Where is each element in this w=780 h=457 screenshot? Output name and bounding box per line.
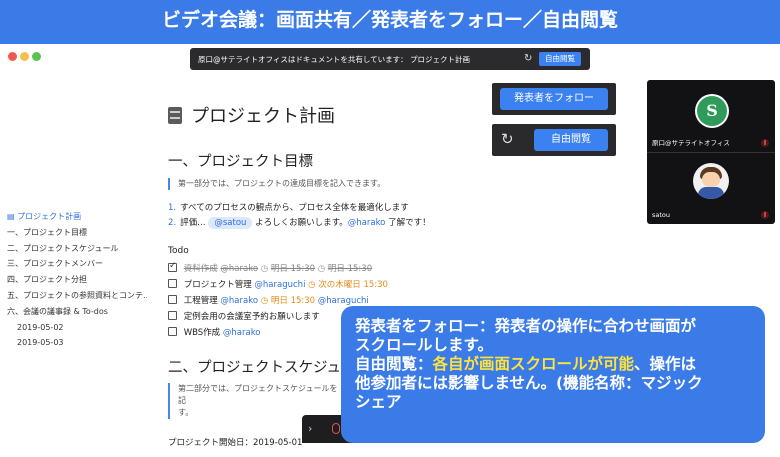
- free-browse-toggle-button[interactable]: 自由閲覧: [539, 52, 581, 66]
- follow-presenter-button[interactable]: 発表者をフォロー: [500, 88, 608, 110]
- clock-icon: ◷: [308, 280, 316, 290]
- file-cabinet-icon: [168, 106, 182, 124]
- explanation-callout: 発表者をフォロー：発表者の操作に合わせ画面が スクロールします。 自由閲覧：各自…: [341, 306, 765, 443]
- table-of-contents: ▤ プロジェクト計画 一、プロジェクト目標 二、プロジェクトスケジュール 三、プ…: [7, 209, 147, 351]
- mic-muted-icon: [761, 139, 769, 147]
- toc-item-project-plan[interactable]: ▤ プロジェクト計画: [7, 209, 147, 225]
- document-title: プロジェクト計画: [191, 106, 335, 127]
- section-heading-schedule: 二、プロジェクトスケジュール: [168, 360, 370, 376]
- mention-link[interactable]: @harako: [220, 296, 258, 306]
- maximize-window-dot[interactable]: [32, 52, 41, 61]
- toc-subitem[interactable]: 2019-05-03: [7, 335, 147, 351]
- checkbox-checked[interactable]: [168, 261, 177, 272]
- banner-title: ビデオ会議：画面共有／発表者をフォロー／自由閲覧: [0, 0, 780, 44]
- share-status-text: 原口@サテライトオフィスはドキュメントを共有しています： プロジェクト計画: [198, 54, 471, 64]
- mention-link[interactable]: @haraguchi: [318, 296, 369, 306]
- cabinet-icon: ▤: [7, 212, 18, 221]
- checkbox[interactable]: [168, 279, 177, 288]
- mic-off-icon[interactable]: [332, 423, 340, 434]
- free-browse-button[interactable]: 自由閲覧: [534, 129, 608, 151]
- checkbox[interactable]: [168, 295, 177, 304]
- toc-item[interactable]: 六、会議の議事録 & To-dos: [7, 304, 147, 320]
- toc-item[interactable]: 一、プロジェクト目標: [7, 225, 147, 241]
- toc-item[interactable]: 五、プロジェクトの参照資料とコンテ…: [7, 288, 147, 304]
- refresh-icon[interactable]: ↻: [501, 128, 514, 150]
- video-tile[interactable]: S 原口@サテライトオフィス: [647, 80, 775, 152]
- clock-icon: ◷: [260, 264, 269, 274]
- chevron-right-icon[interactable]: ›: [308, 422, 312, 435]
- participant-name: 原口@サテライトオフィス: [652, 139, 730, 147]
- participant-name: satou: [652, 211, 671, 219]
- mention-link[interactable]: @harako: [223, 328, 261, 338]
- project-start-date: プロジェクト開始日：2019-05-01: [168, 438, 303, 448]
- toc-item[interactable]: 二、プロジェクトスケジュール: [7, 241, 147, 257]
- mention-tag[interactable]: @satou: [208, 217, 253, 229]
- todo-heading: Todo: [168, 246, 189, 256]
- todo-item: 工程管理 @harako ◷ 明日 15:30 @haraguchi: [168, 294, 369, 306]
- minimize-window-dot[interactable]: [20, 52, 29, 61]
- section-quote: 第一部分では、プロジェクトの達成目標を記入できます。: [168, 178, 468, 190]
- todo-item: WBS作成 @harako: [168, 326, 261, 338]
- close-window-dot[interactable]: [8, 52, 17, 61]
- section-quote: 第二部分では、プロジェクトスケジュールを記 す。: [168, 383, 338, 419]
- screen-share-bar: 原口@サテライトオフィスはドキュメントを共有しています： プロジェクト計画 ↻ …: [190, 48, 590, 70]
- free-browse-control: ↻ 自由閲覧: [492, 124, 616, 156]
- company-logo-icon: S: [695, 94, 729, 128]
- toc-subitem[interactable]: 2019-05-02: [7, 320, 147, 336]
- todo-item: プロジェクト管理 @haraguchi ◷ 次の木曜日 15:30: [168, 278, 388, 290]
- toc-item[interactable]: 三、プロジェクトメンバー: [7, 256, 147, 272]
- list-item: 1. すべてのプロセスの観点から、プロセス全体を最適化します: [168, 203, 409, 213]
- checkbox[interactable]: [168, 311, 177, 320]
- refresh-icon[interactable]: ↻: [524, 52, 532, 66]
- follow-control: 発表者をフォロー: [492, 83, 616, 115]
- section-heading-goals: 一、プロジェクト目標: [168, 154, 313, 170]
- toc-item[interactable]: 四、プロジェクト分担: [7, 272, 147, 288]
- todo-item: 定例会用の会議室予約お願いします: [168, 310, 320, 322]
- todo-item: 資料作成 @harako ◷ 明日 15:30 ◷ 明日 15:30: [168, 261, 372, 274]
- video-panel: S 原口@サテライトオフィス satou: [647, 80, 775, 224]
- clock-icon: ◷: [260, 296, 269, 306]
- mention-link[interactable]: @haraguchi: [254, 280, 305, 290]
- list-item: 2. 評価… @satou よろしくお願いします。@harako 了解です！: [168, 217, 431, 229]
- video-tile[interactable]: satou: [647, 152, 775, 224]
- clock-icon: ◷: [317, 264, 326, 274]
- avatar: [693, 163, 729, 199]
- mic-muted-icon: [761, 211, 769, 219]
- mention-link[interactable]: @harako: [348, 218, 386, 228]
- checkbox[interactable]: [168, 327, 177, 336]
